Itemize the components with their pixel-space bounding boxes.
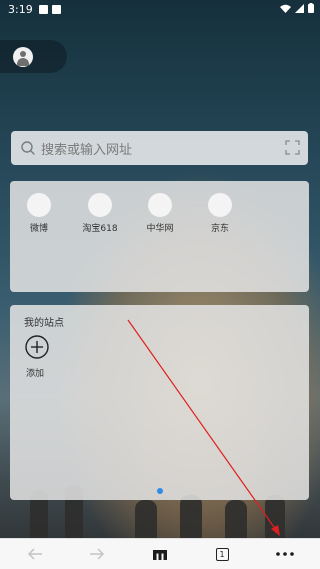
home-button[interactable] [142,539,178,569]
quick-link-weibo[interactable]: 微博 [14,193,64,234]
more-menu-button[interactable] [267,539,303,569]
tabs-button[interactable]: 1 [204,539,240,569]
page-indicator-dot [157,488,163,494]
search-bar[interactable]: 搜索或输入网址 [11,131,308,165]
quick-link-jd[interactable]: 京东 [195,193,245,234]
quick-link-taobao[interactable]: 淘宝618 [75,193,125,234]
signal-icon [295,3,304,13]
more-dots-icon [276,552,294,556]
quick-link-label: 微博 [29,224,48,234]
my-sites-panel: 我的站点 添加 [10,305,309,500]
forward-arrow-icon [90,548,105,560]
status-bar: 3:19 [0,0,320,18]
store-notification-icon [51,4,61,14]
back-arrow-icon [27,548,42,560]
quick-link-label: 京东 [210,224,229,234]
quick-link-china-com[interactable]: 中华网 [135,193,185,234]
status-time: 3:19 [8,2,33,16]
quick-link-label: 中华网 [146,224,174,234]
scan-icon[interactable] [285,140,300,155]
user-avatar-button[interactable] [0,40,67,73]
quick-link-icon [88,193,112,217]
quick-links-panel: 微博 淘宝618 中华网 京东 [10,181,309,292]
quick-link-icon [27,193,51,217]
search-icon [21,141,35,155]
search-placeholder: 搜索或输入网址 [41,142,133,158]
wifi-icon [280,4,291,13]
add-site-icon[interactable] [25,335,49,359]
add-site-label: 添加 [26,369,45,379]
my-sites-title: 我的站点 [24,318,64,329]
quick-link-icon [148,193,172,217]
forward-button[interactable] [79,539,115,569]
tab-count: 1 [215,547,229,561]
avatar-icon [13,47,33,67]
back-button[interactable] [17,539,53,569]
maxthon-logo-icon [153,549,167,560]
gallery-notification-icon [38,4,48,14]
quick-link-label: 淘宝618 [82,224,118,234]
quick-link-icon [208,193,232,217]
bottom-toolbar: 1 [0,538,320,569]
battery-icon [308,3,314,13]
